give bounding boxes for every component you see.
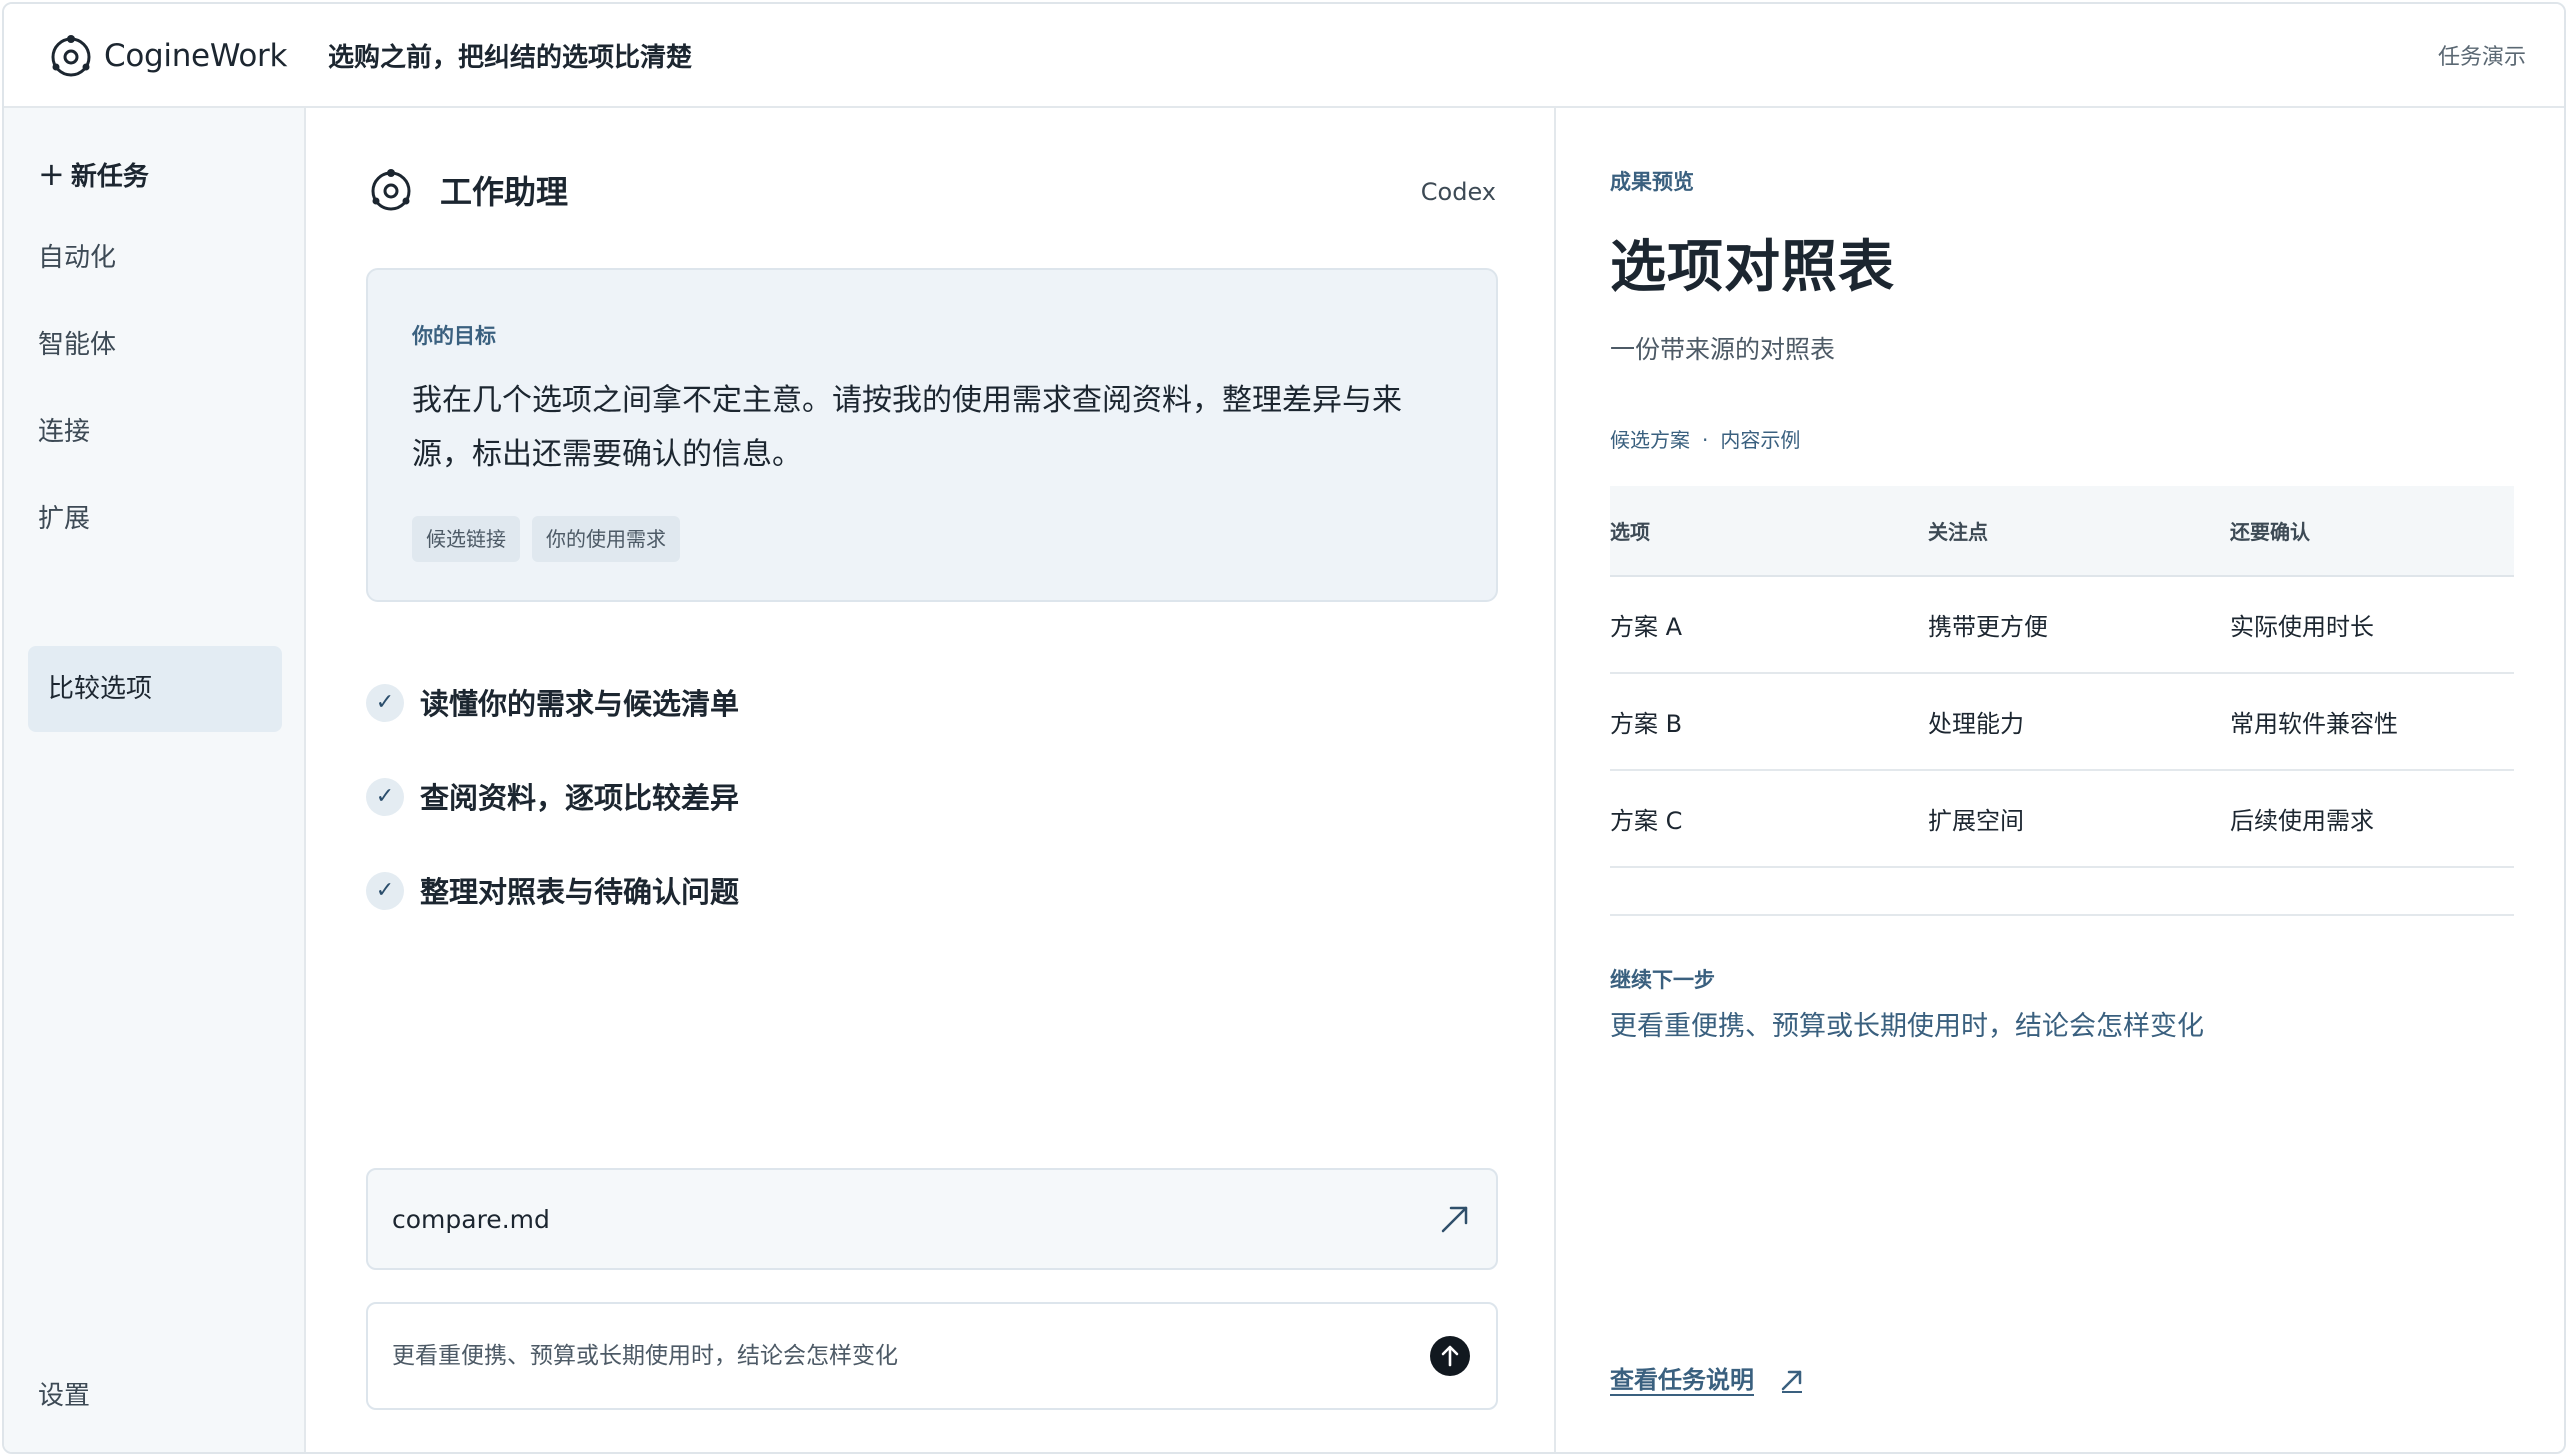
assistant-icon <box>371 169 411 211</box>
column-header-to-confirm: 还要确认 <box>2230 486 2514 577</box>
goal-card: 你的目标 我在几个选项之间拿不定主意。请按我的使用需求查阅资料，整理差异与来源，… <box>366 268 1498 602</box>
app-window: CogineWork 选购之前，把纠结的选项比清楚 任务演示 + 新任务 自动化 … <box>2 2 2566 1454</box>
new-task-button[interactable]: + 新任务 <box>38 154 149 197</box>
step-label: 整理对照表与待确认问题 <box>420 875 740 909</box>
comparison-table: 选项 关注点 还要确认 方案 A 携带更方便 实际使用时长 方案 B 处理能力 … <box>1610 486 2514 868</box>
check-icon: ✓ <box>366 872 404 910</box>
sidebar-item-agents[interactable]: 智能体 <box>38 325 116 365</box>
file-name: compare.md <box>392 1205 550 1234</box>
source-note-right: 内容示例 <box>1720 428 1801 452</box>
source-note: 候选方案 · 内容示例 <box>1610 424 1800 456</box>
check-icon: ✓ <box>366 684 404 722</box>
table-cell: 常用软件兼容性 <box>2230 673 2514 771</box>
goal-text: 我在几个选项之间拿不定主意。请按我的使用需求查阅资料，整理差异与来源，标出还需要… <box>412 383 1402 472</box>
page-heading: 选购之前，把纠结的选项比清楚 <box>328 43 693 73</box>
table-cell: 方案 B <box>1610 673 1928 771</box>
step-label: 查阅资料，逐项比较差异 <box>420 781 740 815</box>
arrow-up-right-icon[interactable] <box>1438 1202 1472 1236</box>
arrow-up-icon <box>1441 1345 1459 1367</box>
table-cell: 实际使用时长 <box>2230 576 2514 674</box>
table-cell: 处理能力 <box>1928 673 2230 771</box>
preview-title: 选项对照表 <box>1610 235 1895 300</box>
table-cell: 方案 A <box>1610 576 1928 674</box>
brand-name: CogineWork <box>104 38 288 74</box>
table-row: 方案 C 扩展空间 后续使用需求 <box>1610 770 2514 868</box>
arrow-up-right-icon[interactable] <box>1778 1366 1806 1394</box>
plus-icon: + <box>38 155 65 193</box>
column-header-option: 选项 <box>1610 486 1928 577</box>
preview-label: 成果预览 <box>1610 170 1694 194</box>
send-button[interactable] <box>1430 1336 1470 1376</box>
sidebar: + 新任务 自动化 智能体 连接 扩展 比较选项 设置 <box>4 108 306 1452</box>
table-cell: 携带更方便 <box>1928 576 2230 674</box>
assistant-panel: 工作助理 Codex 你的目标 我在几个选项之间拿不定主意。请按我的使用需求查阅… <box>306 108 1556 1452</box>
source-note-left: 候选方案 <box>1610 428 1690 452</box>
model-label: Codex <box>1420 178 1496 206</box>
chip-usage-needs[interactable]: 你的使用需求 <box>532 516 680 562</box>
prompt-input[interactable] <box>392 1336 1372 1376</box>
sidebar-item-label: 比较选项 <box>48 674 153 704</box>
source-note-separator: · <box>1702 428 1709 452</box>
prompt-box <box>366 1302 1498 1410</box>
next-step-label: 继续下一步 <box>1610 968 1715 992</box>
sidebar-item-extensions[interactable]: 扩展 <box>38 499 90 539</box>
table-row: 方案 B 处理能力 常用软件兼容性 <box>1610 673 2514 771</box>
task-demo-link[interactable]: 任务演示 <box>2438 40 2526 76</box>
preview-panel: 成果预览 选项对照表 一份带来源的对照表 候选方案 · 内容示例 选项 关注点 还要… <box>1556 108 2564 1452</box>
file-attachment[interactable]: compare.md <box>366 1168 1498 1270</box>
check-icon: ✓ <box>366 778 404 816</box>
top-bar: CogineWork 选购之前，把纠结的选项比清楚 任务演示 <box>4 4 2564 108</box>
table-header-row: 选项 关注点 还要确认 <box>1610 486 2514 577</box>
divider <box>1610 914 2514 916</box>
table-row: 方案 A 携带更方便 实际使用时长 <box>1610 576 2514 674</box>
assistant-title: 工作助理 <box>440 173 569 211</box>
orbit-logo-icon <box>51 35 91 77</box>
sidebar-item-compare-options[interactable]: 比较选项 <box>28 646 282 732</box>
table-cell: 方案 C <box>1610 770 1928 868</box>
next-step-suggestion[interactable]: 更看重便携、预算或长期使用时，结论会怎样变化 <box>1610 1006 2204 1048</box>
sidebar-item-automation[interactable]: 自动化 <box>38 238 116 278</box>
new-task-label: 新任务 <box>70 162 149 192</box>
settings-link[interactable]: 设置 <box>38 1376 90 1416</box>
table-cell: 扩展空间 <box>1928 770 2230 868</box>
sidebar-item-connections[interactable]: 连接 <box>38 412 90 452</box>
preview-subtitle: 一份带来源的对照表 <box>1610 335 1836 364</box>
chip-candidate-links[interactable]: 候选链接 <box>412 516 520 562</box>
column-header-focus: 关注点 <box>1928 486 2230 577</box>
table-cell: 后续使用需求 <box>2230 770 2514 868</box>
view-task-details-link[interactable]: 查看任务说明 <box>1610 1362 1754 1398</box>
step-label: 读懂你的需求与候选清单 <box>420 687 740 721</box>
goal-label: 你的目标 <box>412 324 496 348</box>
